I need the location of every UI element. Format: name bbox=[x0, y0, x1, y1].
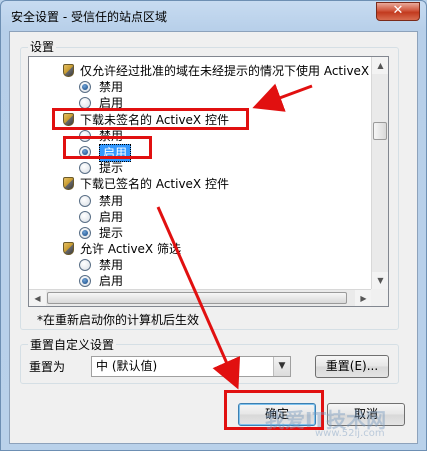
radio-row[interactable]: 启用 bbox=[79, 209, 123, 225]
reset-level-value: 中 (默认值) bbox=[96, 359, 158, 373]
radio-button-checked[interactable] bbox=[79, 81, 91, 93]
radio-row[interactable]: 禁用 bbox=[79, 257, 123, 273]
reset-group-label: 重置自定义设置 bbox=[28, 336, 117, 353]
setting-header-signed-activex[interactable]: 下载已签名的 ActiveX 控件 bbox=[63, 176, 229, 192]
window-title: 安全设置 - 受信任的站点区域 bbox=[11, 10, 167, 24]
setting-header-activex-filtering[interactable]: 允许 ActiveX 筛选 bbox=[63, 241, 181, 257]
radio-button-checked[interactable] bbox=[79, 227, 91, 239]
radio-button-checked[interactable] bbox=[79, 275, 91, 287]
radio-button[interactable] bbox=[79, 259, 91, 271]
radio-row[interactable]: 提示 bbox=[79, 160, 123, 176]
radio-button[interactable] bbox=[79, 162, 91, 174]
security-settings-window: 安全设置 - 受信任的站点区域 ✕ 设置 仅允许经过批准的域在未经提示的情况下使… bbox=[0, 0, 427, 451]
vertical-scrollbar[interactable]: ▲ ▼ bbox=[371, 57, 388, 289]
restart-note: *在重新启动你的计算机后生效 bbox=[37, 313, 200, 327]
radio-row[interactable]: 启用 bbox=[79, 273, 123, 289]
scroll-right-arrow-icon[interactable]: ▶ bbox=[355, 290, 372, 306]
radio-row[interactable]: 提示 bbox=[79, 225, 123, 241]
scroll-up-arrow-icon[interactable]: ▲ bbox=[372, 57, 388, 74]
setting-gear-icon bbox=[63, 177, 74, 190]
setting-header-approved-domains[interactable]: 仅允许经过批准的域在未经提示的情况下使用 ActiveX bbox=[63, 63, 369, 79]
watermark-url: www.52ij.com bbox=[315, 428, 385, 439]
radio-button[interactable] bbox=[79, 130, 91, 142]
setting-gear-icon bbox=[63, 113, 74, 126]
scroll-corner bbox=[371, 289, 388, 306]
setting-header-unsigned-activex[interactable]: 下载未签名的 ActiveX 控件 bbox=[63, 112, 229, 128]
radio-button[interactable] bbox=[79, 97, 91, 109]
reset-button[interactable]: 重置(E)... bbox=[315, 355, 389, 378]
dropdown-arrow-icon[interactable]: ▼ bbox=[273, 357, 290, 376]
radio-button[interactable] bbox=[79, 195, 91, 207]
radio-row[interactable]: 禁用 bbox=[79, 128, 123, 144]
horizontal-scroll-thumb[interactable] bbox=[47, 292, 347, 304]
radio-button[interactable] bbox=[79, 211, 91, 223]
radio-row[interactable]: 禁用 bbox=[79, 193, 123, 209]
close-button[interactable]: ✕ bbox=[376, 2, 420, 21]
setting-gear-icon bbox=[63, 64, 74, 77]
radio-row-selected[interactable]: 启用 bbox=[79, 144, 132, 162]
settings-list[interactable]: 仅允许经过批准的域在未经提示的情况下使用 ActiveX 禁用 启用 下载未签名… bbox=[28, 56, 389, 307]
reset-to-label: 重置为 bbox=[29, 360, 66, 374]
radio-row[interactable]: 禁用 bbox=[79, 79, 123, 95]
radio-row[interactable]: 启用 bbox=[79, 95, 123, 111]
radio-button-checked[interactable] bbox=[79, 146, 91, 158]
vertical-scroll-thumb[interactable] bbox=[373, 122, 387, 140]
title-bar[interactable]: 安全设置 - 受信任的站点区域 ✕ bbox=[1, 1, 426, 31]
horizontal-scrollbar[interactable]: ◀ ▶ bbox=[29, 289, 372, 306]
scroll-down-arrow-icon[interactable]: ▼ bbox=[372, 272, 388, 289]
reset-level-select[interactable]: 中 (默认值) ▼ bbox=[91, 356, 291, 377]
setting-gear-icon bbox=[63, 242, 74, 255]
settings-group-label: 设置 bbox=[28, 38, 57, 55]
scroll-left-arrow-icon[interactable]: ◀ bbox=[29, 290, 46, 306]
watermark-logo: 我爱IT技术网 www.52ij.com bbox=[255, 400, 405, 444]
